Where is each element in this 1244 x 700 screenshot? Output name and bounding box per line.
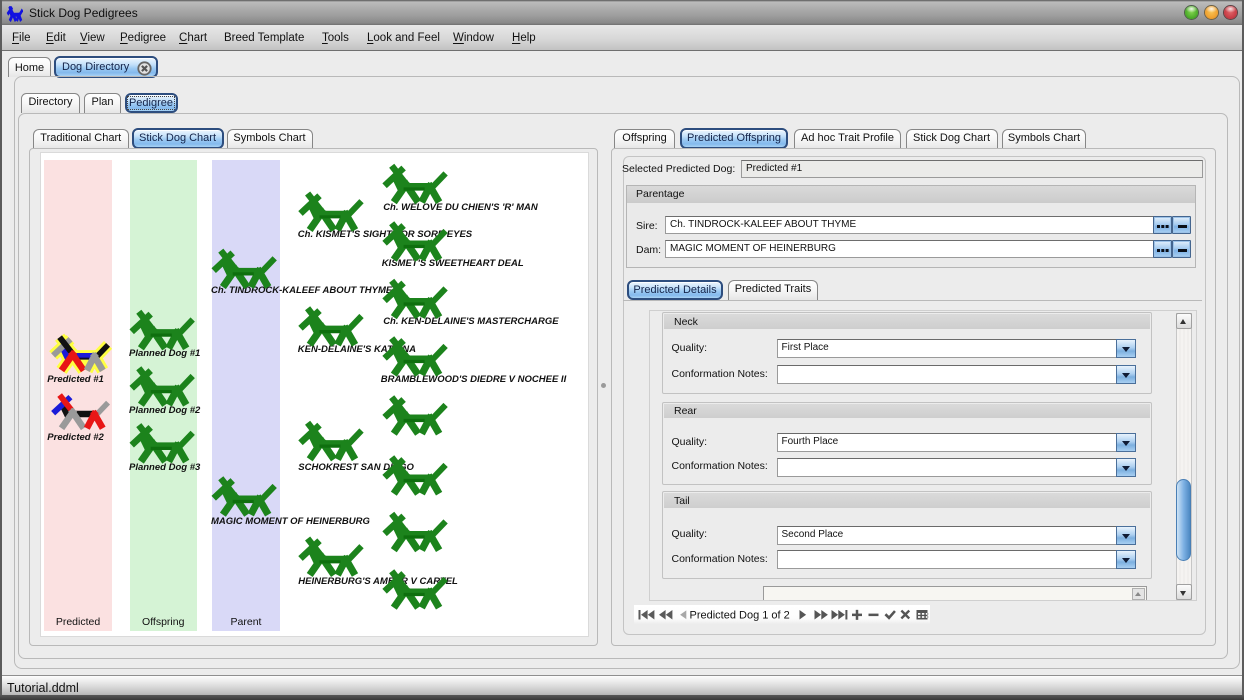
- svg-text:Predicted Dog 1 of 2: Predicted Dog 1 of 2: [689, 610, 789, 622]
